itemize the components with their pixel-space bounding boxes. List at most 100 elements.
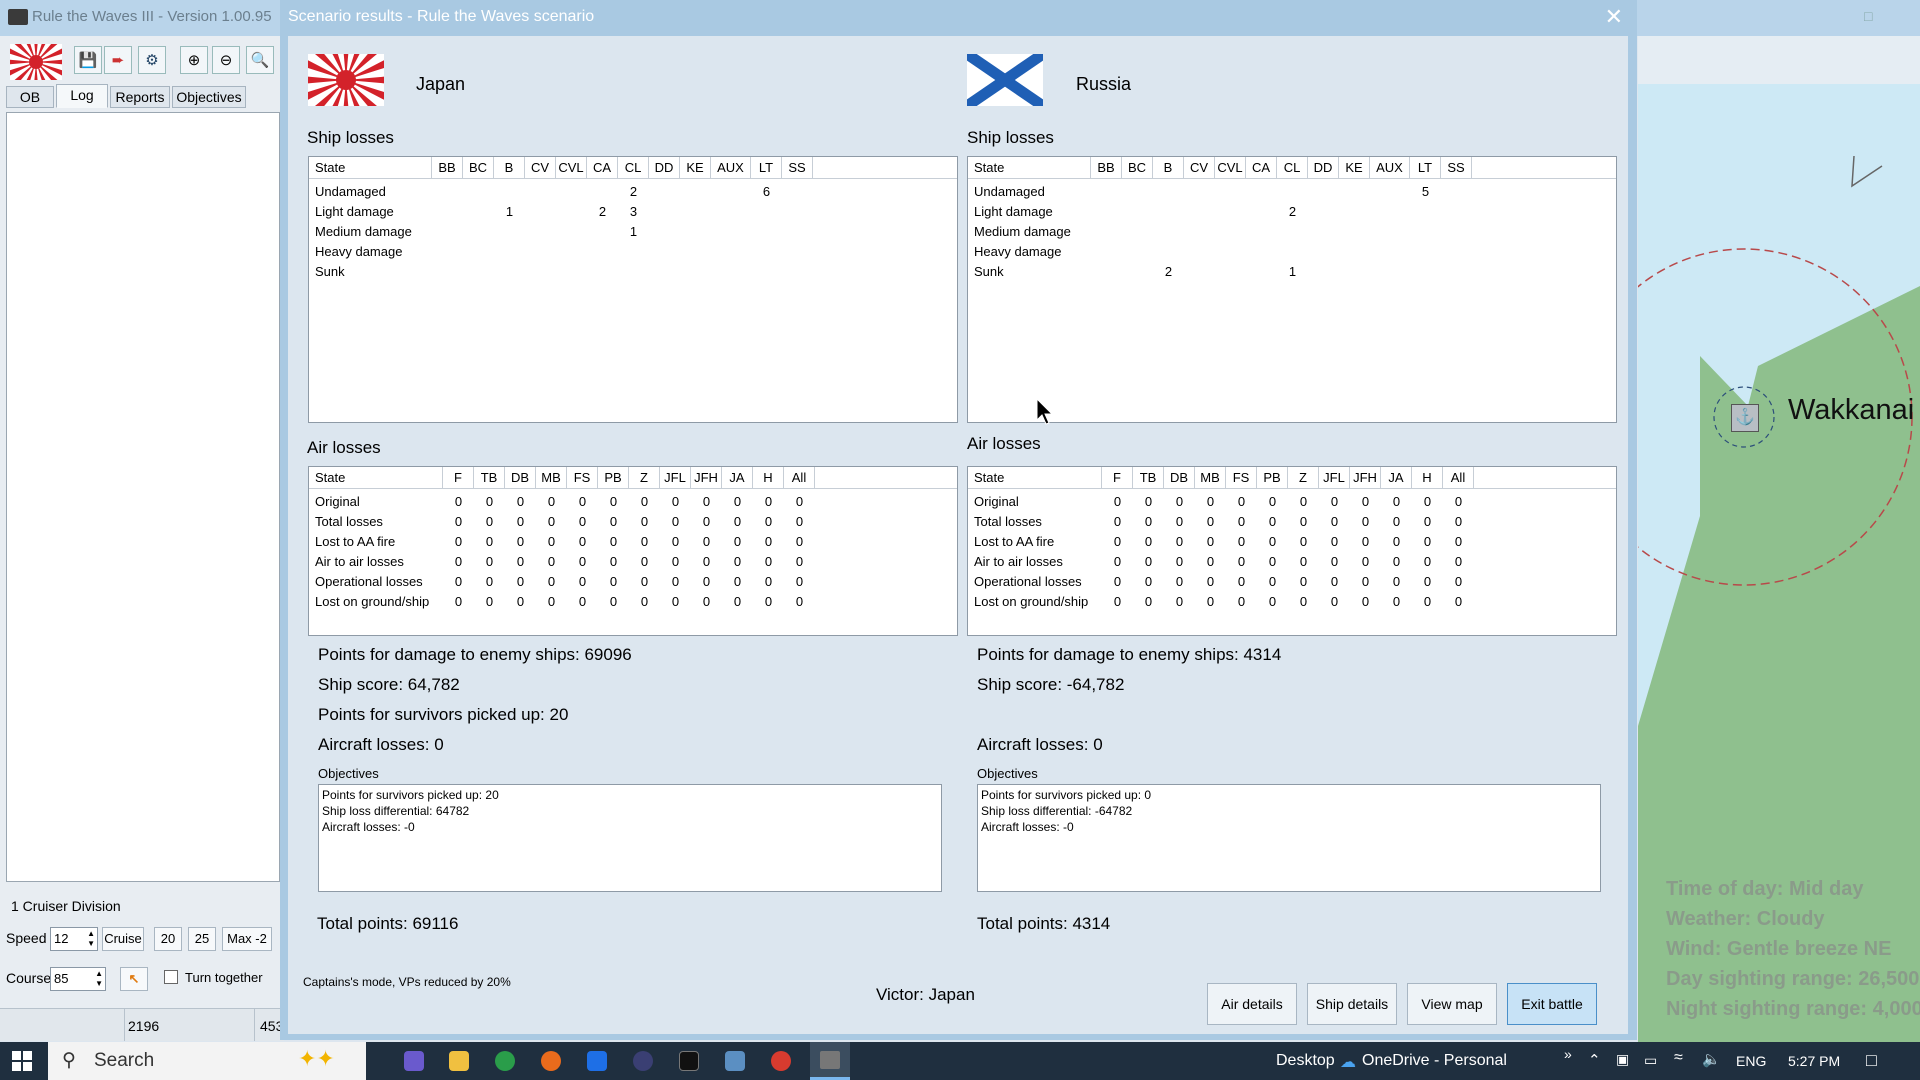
onedrive-icon[interactable]: ☁: [1340, 1052, 1356, 1072]
speed-25-button[interactable]: 25: [188, 927, 216, 951]
settings-gear-icon[interactable]: ⚙: [138, 46, 166, 74]
column-header[interactable]: SS: [1441, 157, 1472, 178]
column-header[interactable]: JFL: [1319, 467, 1350, 488]
column-header[interactable]: Z: [629, 467, 660, 488]
column-header[interactable]: AUX: [711, 157, 751, 178]
windows-start-icon[interactable]: [12, 1051, 32, 1071]
column-header[interactable]: JA: [1381, 467, 1412, 488]
tab-ob[interactable]: OB: [6, 86, 54, 108]
zoom-fit-icon[interactable]: 🔍: [246, 46, 274, 74]
russia-objectives-box[interactable]: Points for survivors picked up: 0 Ship l…: [977, 784, 1601, 892]
column-header[interactable]: DD: [649, 157, 680, 178]
column-header[interactable]: TB: [1133, 467, 1164, 488]
file-explorer-icon[interactable]: [449, 1051, 469, 1071]
column-header[interactable]: BC: [463, 157, 494, 178]
taskbar-search[interactable]: ⚲ Search ✦✦: [48, 1042, 366, 1080]
close-icon[interactable]: ✕: [1605, 4, 1623, 30]
turn-together-checkbox[interactable]: [164, 970, 178, 984]
column-header[interactable]: SS: [782, 157, 813, 178]
column-header[interactable]: CL: [1277, 157, 1308, 178]
column-header[interactable]: KE: [680, 157, 711, 178]
speed-max-button[interactable]: Max -2: [222, 927, 272, 951]
device-icon[interactable]: ▣: [1616, 1051, 1629, 1068]
column-header[interactable]: AUX: [1370, 157, 1410, 178]
exit-battle-button[interactable]: Exit battle: [1507, 983, 1597, 1025]
column-header[interactable]: FS: [1226, 467, 1257, 488]
firefox-icon[interactable]: [541, 1051, 561, 1071]
column-header[interactable]: PB: [598, 467, 629, 488]
column-header[interactable]: Z: [1288, 467, 1319, 488]
column-header[interactable]: CVL: [556, 157, 587, 178]
exit-door-icon[interactable]: ➨: [104, 46, 132, 74]
column-header[interactable]: B: [494, 157, 525, 178]
zoom-out-icon[interactable]: ⊖: [212, 46, 240, 74]
app-icon[interactable]: [725, 1051, 745, 1071]
japan-objectives-box[interactable]: Points for survivors picked up: 20 Ship …: [318, 784, 942, 892]
column-header[interactable]: TB: [474, 467, 505, 488]
column-header[interactable]: State: [309, 467, 443, 488]
notifications-icon[interactable]: □: [1866, 1050, 1877, 1071]
column-header[interactable]: CL: [618, 157, 649, 178]
column-header[interactable]: JFL: [660, 467, 691, 488]
language-indicator[interactable]: ENG: [1736, 1053, 1766, 1069]
column-header[interactable]: CV: [1184, 157, 1215, 178]
view-map-button[interactable]: View map: [1407, 983, 1497, 1025]
desktop-label[interactable]: Desktop: [1276, 1052, 1335, 1070]
battery-icon[interactable]: ▭: [1644, 1052, 1657, 1069]
overflow-chevron-icon[interactable]: »: [1564, 1046, 1572, 1062]
column-header[interactable]: JFH: [691, 467, 722, 488]
column-header[interactable]: KE: [1339, 157, 1370, 178]
stepper-arrows-icon[interactable]: ▲ ▼: [87, 929, 95, 949]
column-header[interactable]: F: [443, 467, 474, 488]
app-icon[interactable]: [633, 1051, 653, 1071]
column-header[interactable]: All: [1443, 467, 1474, 488]
column-header[interactable]: BB: [1091, 157, 1122, 178]
clock[interactable]: 5:27 PM: [1788, 1053, 1840, 1069]
column-header[interactable]: CA: [1246, 157, 1277, 178]
restore-icon[interactable]: □: [1864, 8, 1872, 24]
course-stepper[interactable]: 85 ▲ ▼: [50, 967, 106, 991]
cruise-speed-button[interactable]: Cruise: [102, 927, 144, 951]
tab-objectives[interactable]: Objectives: [172, 86, 246, 108]
turn-arrow-icon[interactable]: ↖: [120, 967, 148, 991]
tray-up-icon[interactable]: ⌃: [1588, 1051, 1601, 1069]
column-header[interactable]: B: [1153, 157, 1184, 178]
air-details-button[interactable]: Air details: [1207, 983, 1297, 1025]
column-header[interactable]: LT: [751, 157, 782, 178]
save-icon[interactable]: 💾: [74, 46, 102, 74]
log-area[interactable]: [6, 112, 280, 882]
column-header[interactable]: State: [968, 467, 1102, 488]
column-header[interactable]: MB: [536, 467, 567, 488]
rtw-taskbar-button[interactable]: [810, 1042, 850, 1080]
zoom-in-icon[interactable]: ⊕: [180, 46, 208, 74]
column-header[interactable]: PB: [1257, 467, 1288, 488]
speed-stepper[interactable]: 12 ▲ ▼: [50, 927, 98, 951]
column-header[interactable]: H: [753, 467, 784, 488]
column-header[interactable]: CA: [587, 157, 618, 178]
terminal-icon[interactable]: [679, 1051, 699, 1071]
map-view[interactable]: ⚓ Wakkanai Time of day: Mid day Weather:…: [1638, 36, 1920, 1042]
column-header[interactable]: CV: [525, 157, 556, 178]
speed-20-button[interactable]: 20: [154, 927, 182, 951]
dropbox-icon[interactable]: [587, 1051, 607, 1071]
column-header[interactable]: State: [968, 157, 1091, 178]
onedrive-label[interactable]: OneDrive - Personal: [1362, 1052, 1507, 1070]
browser-icon[interactable]: [771, 1051, 791, 1071]
copilot-icon[interactable]: [404, 1051, 424, 1071]
column-header[interactable]: F: [1102, 467, 1133, 488]
column-header[interactable]: All: [784, 467, 815, 488]
column-header[interactable]: FS: [567, 467, 598, 488]
stepper-arrows-icon[interactable]: ▲ ▼: [95, 969, 103, 989]
volume-icon[interactable]: 🔈: [1702, 1050, 1721, 1068]
tab-reports[interactable]: Reports: [110, 86, 170, 108]
column-header[interactable]: LT: [1410, 157, 1441, 178]
ship-details-button[interactable]: Ship details: [1307, 983, 1397, 1025]
column-header[interactable]: BC: [1122, 157, 1153, 178]
column-header[interactable]: CVL: [1215, 157, 1246, 178]
column-header[interactable]: JA: [722, 467, 753, 488]
column-header[interactable]: JFH: [1350, 467, 1381, 488]
anchor-port-icon[interactable]: ⚓: [1731, 404, 1759, 432]
tab-log[interactable]: Log: [56, 84, 108, 108]
wifi-icon[interactable]: ≈: [1674, 1049, 1683, 1067]
column-header[interactable]: DB: [1164, 467, 1195, 488]
